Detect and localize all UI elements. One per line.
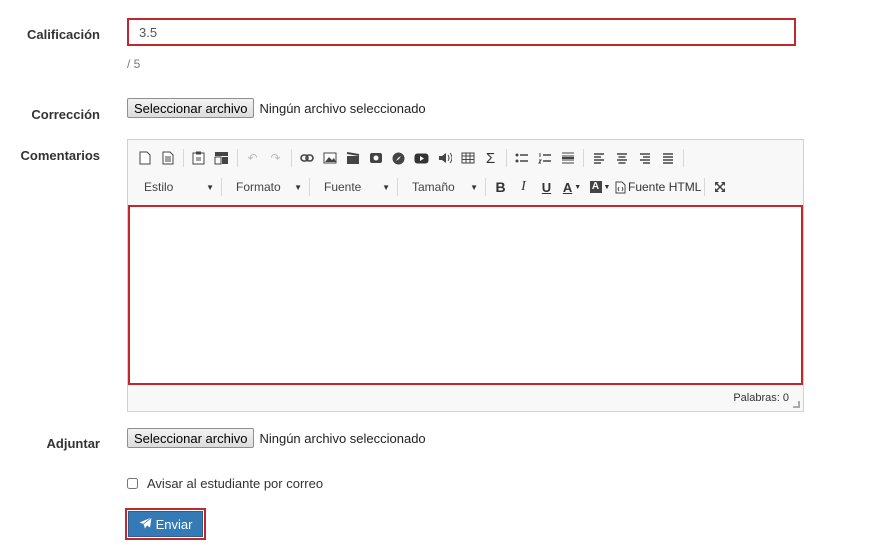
toolbar-separator (583, 149, 584, 167)
word-count: Palabras: 0 (733, 392, 789, 404)
comments-editor-area[interactable] (128, 205, 803, 385)
text-color-icon[interactable]: A ▼ (559, 177, 585, 197)
source-html-label: Fuente HTML (628, 180, 702, 194)
video-icon[interactable] (342, 148, 363, 168)
attach-file-status: Ningún archivo seleccionado (259, 430, 426, 446)
underline-icon[interactable]: U (536, 177, 557, 197)
submit-highlight: Enviar (125, 508, 206, 540)
link-icon[interactable] (296, 148, 317, 168)
correction-label: Corrección (31, 107, 100, 122)
font-dropdown[interactable]: Fuente ▼ (314, 177, 394, 197)
toolbar-separator (237, 149, 238, 167)
attach-choose-file-button[interactable]: Seleccionar archivo (127, 428, 255, 448)
background-color-icon[interactable]: A ▼ (587, 177, 613, 197)
toolbar-separator (485, 178, 486, 196)
style-dropdown[interactable]: Estilo ▼ (134, 177, 218, 197)
document-icon[interactable] (157, 148, 178, 168)
toolbar-separator (397, 178, 398, 196)
numbered-list-icon[interactable] (534, 148, 555, 168)
source-html-button[interactable]: Fuente HTML (615, 177, 701, 197)
math-sigma-icon[interactable]: Σ (480, 148, 501, 168)
notify-student-checkbox[interactable] (127, 478, 138, 489)
compass-icon[interactable] (388, 148, 409, 168)
rich-text-editor: ↶ ↷ Σ Estilo ▼ Formato ▼ Fuente ▼ Tamaño… (127, 139, 804, 412)
notify-student-option[interactable]: Avisar al estudiante por correo (127, 476, 323, 491)
toolbar-separator (506, 149, 507, 167)
toolbar-separator (704, 178, 706, 196)
attach-label: Adjuntar (46, 436, 100, 451)
media-embed-icon[interactable] (365, 148, 386, 168)
maximize-icon[interactable] (709, 177, 730, 197)
align-left-icon[interactable] (588, 148, 609, 168)
toolbar-separator (221, 178, 222, 196)
undo-icon[interactable]: ↶ (242, 148, 263, 168)
paste-icon[interactable] (188, 148, 209, 168)
bulleted-list-icon[interactable] (511, 148, 532, 168)
resize-handle-icon[interactable] (793, 401, 800, 408)
source-icon (615, 181, 626, 193)
submit-button[interactable]: Enviar (128, 511, 203, 537)
notify-student-label: Avisar al estudiante por correo (147, 476, 324, 491)
style-dropdown-label: Estilo (144, 180, 174, 194)
toolbar-separator (183, 149, 184, 167)
size-dropdown-label: Tamaño (412, 180, 455, 194)
editor-toolbar-row-2: Estilo ▼ Formato ▼ Fuente ▼ Tamaño ▼ B I… (134, 176, 732, 198)
font-dropdown-label: Fuente (324, 180, 362, 194)
horizontal-rule-icon[interactable] (557, 148, 578, 168)
table-icon[interactable] (457, 148, 478, 168)
size-dropdown[interactable]: Tamaño ▼ (402, 177, 482, 197)
toolbar-separator (309, 178, 310, 196)
format-dropdown[interactable]: Formato ▼ (226, 177, 306, 197)
correction-choose-file-button[interactable]: Seleccionar archivo (127, 98, 255, 118)
align-right-icon[interactable] (634, 148, 655, 168)
align-center-icon[interactable] (611, 148, 632, 168)
submit-label: Enviar (155, 516, 193, 532)
align-justify-icon[interactable] (657, 148, 678, 168)
youtube-icon[interactable] (411, 148, 432, 168)
templates-icon[interactable] (211, 148, 232, 168)
image-icon[interactable] (319, 148, 340, 168)
toolbar-separator (291, 149, 292, 167)
chevron-down-icon: ▼ (294, 182, 302, 192)
chevron-down-icon: ▼ (206, 182, 214, 192)
chevron-down-icon: ▼ (382, 182, 390, 192)
correction-file-status: Ningún archivo seleccionado (259, 100, 426, 116)
correction-file-input: Seleccionar archivo Ningún archivo selec… (127, 98, 426, 118)
format-dropdown-label: Formato (236, 180, 281, 194)
audio-icon[interactable] (434, 148, 455, 168)
chevron-down-icon: ▼ (470, 182, 478, 192)
toolbar-separator (683, 149, 684, 167)
paper-plane-icon (139, 516, 152, 532)
attach-file-input: Seleccionar archivo Ningún archivo selec… (127, 428, 426, 448)
italic-icon[interactable]: I (513, 177, 534, 197)
grade-input[interactable] (127, 18, 796, 46)
editor-toolbar-row-1: ↶ ↷ Σ (134, 147, 688, 169)
comments-label: Comentarios (20, 148, 100, 163)
new-page-icon[interactable] (134, 148, 155, 168)
redo-icon[interactable]: ↷ (265, 148, 286, 168)
bold-icon[interactable]: B (490, 177, 511, 197)
grade-max-text: / 5 (127, 57, 141, 71)
grade-label: Calificación (27, 27, 100, 42)
